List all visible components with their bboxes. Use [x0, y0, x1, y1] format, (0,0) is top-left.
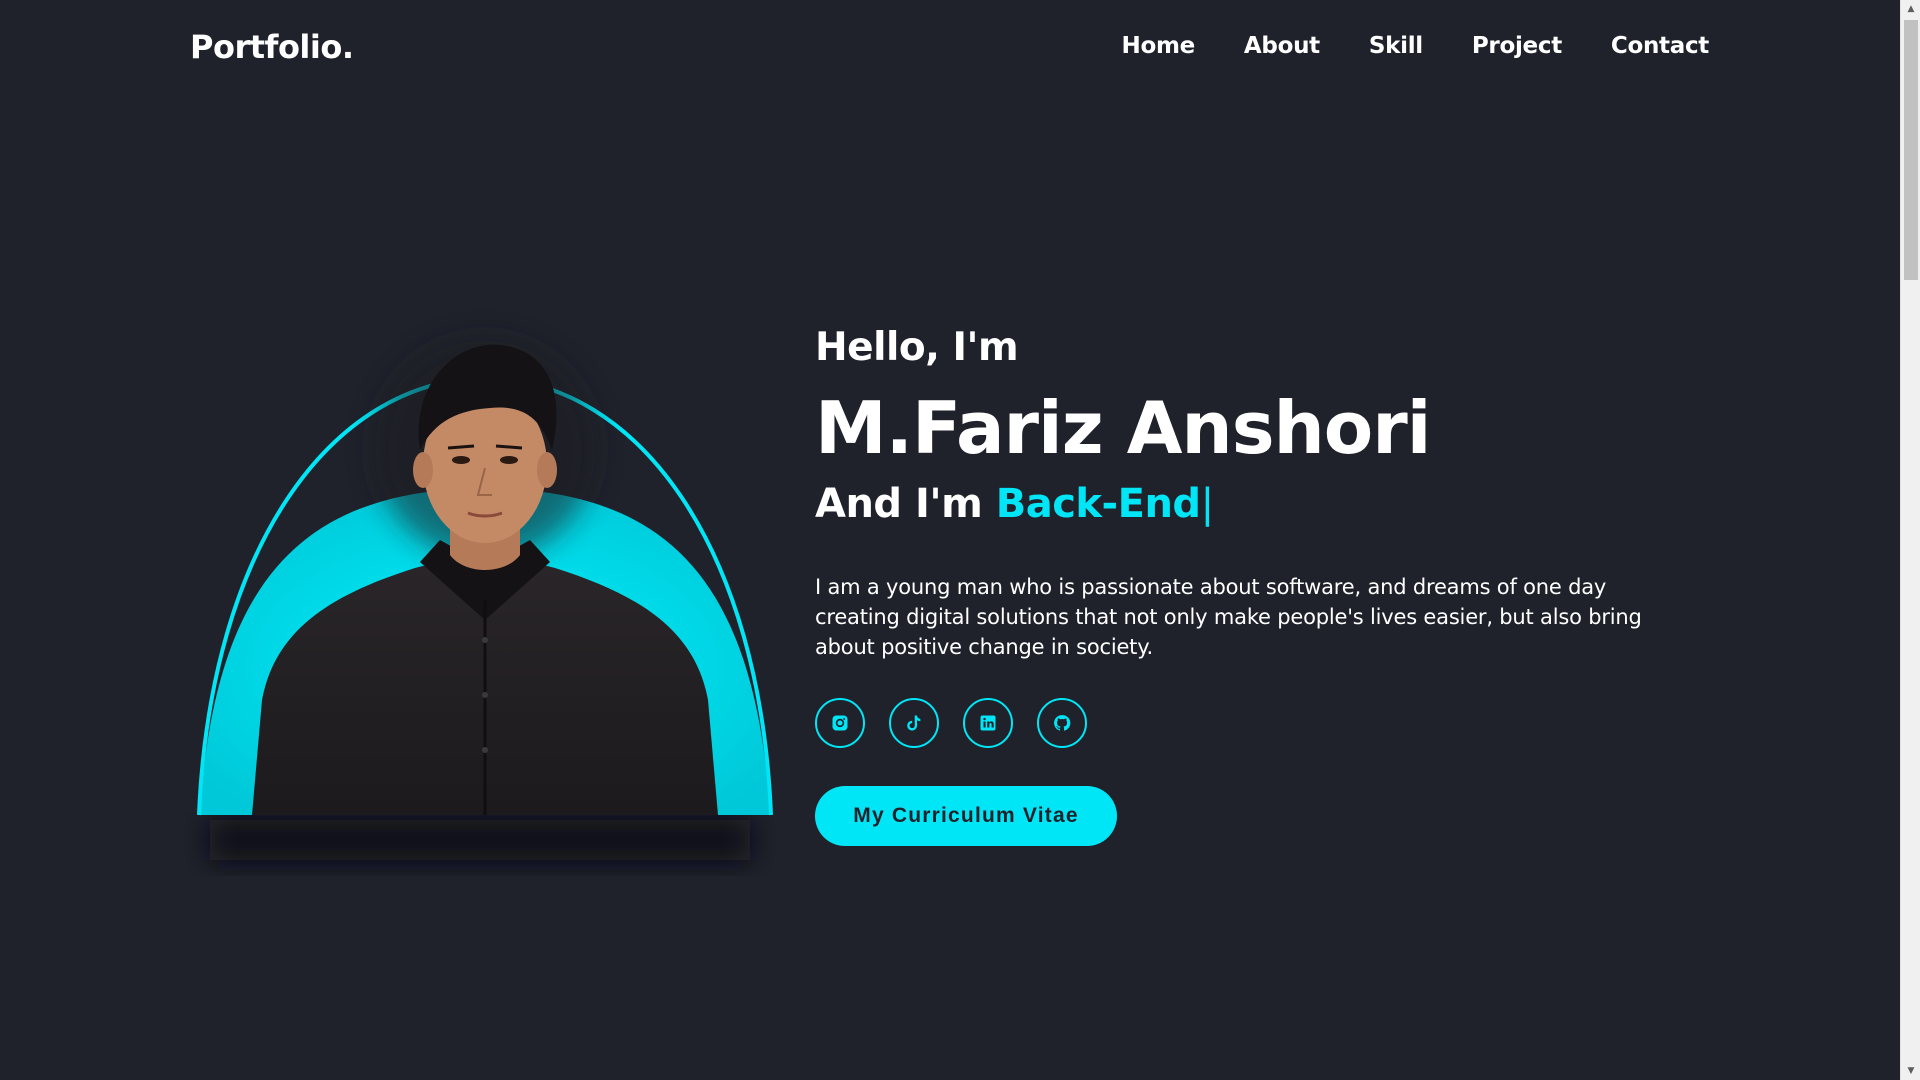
hero-portrait	[180, 300, 790, 880]
nav-skill[interactable]: Skill	[1369, 33, 1423, 59]
portrait-illustration	[197, 340, 773, 860]
nav-contact[interactable]: Contact	[1611, 33, 1709, 59]
typing-cursor: |	[1200, 481, 1214, 527]
role-prefix: And I'm	[815, 481, 996, 527]
greeting: Hello, I'm	[815, 325, 1019, 370]
linkedin-icon	[980, 715, 996, 731]
social-links	[815, 698, 1715, 748]
nav-about[interactable]: About	[1244, 33, 1320, 59]
instagram-link[interactable]	[815, 698, 865, 748]
cv-button[interactable]: My Curriculum Vitae	[815, 786, 1117, 846]
site-header: Portfolio. Home About Skill Project Cont…	[0, 0, 1900, 98]
github-link[interactable]	[1037, 698, 1087, 748]
linkedin-link[interactable]	[963, 698, 1013, 748]
hero-description: I am a young man who is passionate about…	[815, 575, 1642, 659]
nav-project[interactable]: Project	[1472, 33, 1562, 59]
page: Portfolio. Home About Skill Project Cont…	[0, 0, 1900, 1080]
role-highlight: Back-End	[995, 481, 1201, 527]
tiktok-icon	[907, 715, 921, 731]
hero-name: M.Fariz Anshori	[815, 386, 1431, 470]
scroll-thumb[interactable]	[1904, 20, 1918, 280]
logo[interactable]: Portfolio.	[190, 28, 354, 66]
role-line: And I'm Back-End|	[815, 476, 1715, 532]
main-nav: Home About Skill Project Contact	[1122, 33, 1710, 59]
instagram-icon	[832, 715, 848, 731]
scroll-up-arrow-icon[interactable]: ▲	[1901, 0, 1920, 18]
page-scrollbar[interactable]: ▲ ▼	[1900, 0, 1920, 1080]
nav-home[interactable]: Home	[1122, 33, 1196, 59]
scroll-down-arrow-icon[interactable]: ▼	[1901, 1062, 1920, 1080]
hero-text: Hello, I'm M.Fariz Anshori And I'm Back-…	[815, 320, 1715, 846]
tiktok-link[interactable]	[889, 698, 939, 748]
github-icon	[1054, 715, 1071, 731]
